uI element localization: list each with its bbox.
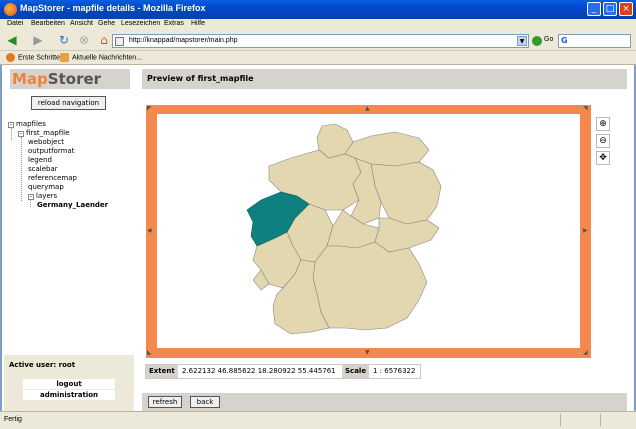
- pan-northeast-icon[interactable]: ◥: [583, 106, 588, 112]
- menu-item-gehe[interactable]: Gehe: [98, 20, 115, 27]
- status-bar: Fertig: [0, 411, 636, 429]
- menu-item-extras[interactable]: Extras: [164, 20, 184, 27]
- home-icon[interactable]: ⌂: [96, 33, 112, 49]
- page-content: MapStorer reload navigation - mapfiles -f…: [0, 65, 636, 411]
- search-input[interactable]: G: [558, 34, 631, 48]
- logout-link[interactable]: logout: [23, 379, 115, 389]
- tree-node-scalebar[interactable]: scalebar: [28, 165, 58, 174]
- rss-icon: [60, 53, 69, 62]
- url-dropdown-icon[interactable]: ▼: [517, 36, 527, 46]
- tree-node-first-mapfile[interactable]: - first_mapfile: [18, 129, 69, 138]
- sidebar: MapStorer reload navigation - mapfiles -f…: [4, 65, 134, 411]
- navigation-toolbar: ◀ ▶ ↻ ⊗ ⌂ http://knappad/mapstorer/main.…: [0, 31, 636, 51]
- pan-east-icon[interactable]: ▶: [583, 228, 588, 234]
- maximize-button[interactable]: □: [603, 2, 617, 16]
- preview-header: Preview of first_mapfile: [142, 69, 627, 89]
- url-text[interactable]: http://knappad/mapstorer/main.php: [129, 37, 238, 44]
- extent-value: 2.622132 46.885622 18.280922 55.445761: [182, 367, 336, 375]
- main-panel: Preview of first_mapfile ◤ ▲ ◥ ◀ ▶ ◣ ▼ ◢: [142, 65, 630, 411]
- map-preview[interactable]: [157, 114, 580, 348]
- preview-title: Preview of first_mapfile: [147, 74, 254, 83]
- firefox-icon: [4, 3, 17, 16]
- google-icon: G: [561, 36, 568, 45]
- pan-southwest-icon[interactable]: ◣: [147, 350, 152, 356]
- extent-bar: Extent 2.622132 46.885622 18.280922 55.4…: [145, 364, 421, 379]
- scale-label: Scale: [342, 365, 370, 378]
- collapse-icon: -: [28, 193, 34, 200]
- tree-node-webobject[interactable]: webobject: [28, 138, 64, 147]
- reload-icon[interactable]: ↻: [56, 33, 72, 49]
- forward-arrow-icon[interactable]: ▶: [30, 33, 46, 49]
- tree-node-legend[interactable]: legend: [28, 156, 52, 165]
- minimize-button[interactable]: _: [587, 2, 601, 16]
- address-bar[interactable]: http://knappad/mapstorer/main.php ▼: [112, 34, 529, 48]
- refresh-button[interactable]: refresh: [148, 396, 182, 408]
- scale-value: 1 : 6576322: [373, 367, 416, 375]
- zoom-out-icon[interactable]: ⊖: [596, 134, 610, 148]
- pan-north-icon[interactable]: ▲: [365, 106, 370, 112]
- tree-node-layers[interactable]: - layers: [28, 192, 57, 201]
- pan-northwest-icon[interactable]: ◤: [147, 106, 152, 112]
- menu-item-datei[interactable]: Datei: [7, 20, 23, 27]
- pan-southeast-icon[interactable]: ◢: [583, 350, 588, 356]
- bookmark-aktuelle-nachrichten[interactable]: Aktuelle Nachrichten...: [60, 53, 142, 62]
- stop-icon[interactable]: ⊗: [76, 33, 92, 49]
- active-user-label: Active user: root: [9, 361, 76, 369]
- button-bar: refresh back: [142, 393, 627, 411]
- status-text: Fertig: [4, 416, 22, 423]
- reload-navigation-button[interactable]: reload navigation: [31, 96, 106, 110]
- bookmark-erste-schritte[interactable]: Erste Schritte: [6, 53, 60, 62]
- tree-node-germany-laender[interactable]: Germany_Laender: [37, 201, 108, 210]
- logo-box: MapStorer: [10, 69, 130, 89]
- tree-node-mapfiles[interactable]: - mapfiles: [8, 120, 46, 129]
- user-panel: Active user: root logout administration: [4, 355, 134, 411]
- close-button[interactable]: ×: [619, 2, 633, 16]
- tree-node-referencemap[interactable]: referencemap: [28, 174, 77, 183]
- bookmarks-toolbar: Erste Schritte Aktuelle Nachrichten...: [0, 51, 636, 65]
- back-button[interactable]: back: [190, 396, 220, 408]
- pan-icon[interactable]: ✥: [596, 151, 610, 165]
- extent-label: Extent: [146, 365, 178, 378]
- tree-node-querymap[interactable]: querymap: [28, 183, 64, 192]
- go-button[interactable]: Go: [532, 35, 556, 47]
- menu-item-lesezeichen[interactable]: Lesezeichen: [121, 20, 160, 27]
- pan-south-icon[interactable]: ▼: [365, 350, 370, 356]
- collapse-icon: -: [8, 121, 14, 128]
- window-title-bar: MapStorer - mapfile details - Mozilla Fi…: [0, 0, 636, 19]
- menu-item-hilfe[interactable]: Hilfe: [191, 20, 205, 27]
- region-brandenburg: [370, 161, 442, 225]
- go-arrow-icon: [532, 36, 542, 46]
- firefox-icon: [6, 53, 15, 62]
- zoom-in-icon[interactable]: ⊕: [596, 117, 610, 131]
- map-frame[interactable]: ◤ ▲ ◥ ◀ ▶ ◣ ▼ ◢: [146, 105, 591, 358]
- menu-bar: Datei Bearbeiten Ansicht Gehe Lesezeiche…: [0, 19, 636, 31]
- collapse-icon: -: [18, 130, 24, 137]
- menu-item-bearbeiten[interactable]: Bearbeiten: [31, 20, 65, 27]
- tree-node-outputformat[interactable]: outputformat: [28, 147, 74, 156]
- germany-map: [246, 123, 442, 335]
- administration-link[interactable]: administration: [23, 390, 115, 400]
- pan-west-icon[interactable]: ◀: [147, 228, 152, 234]
- back-arrow-icon[interactable]: ◀: [4, 33, 20, 49]
- page-favicon-icon: [115, 37, 124, 46]
- window-title: MapStorer - mapfile details - Mozilla Fi…: [20, 3, 206, 13]
- region-bayern: [312, 241, 428, 331]
- menu-item-ansicht[interactable]: Ansicht: [70, 20, 93, 27]
- mapstorer-logo: MapStorer: [12, 70, 102, 88]
